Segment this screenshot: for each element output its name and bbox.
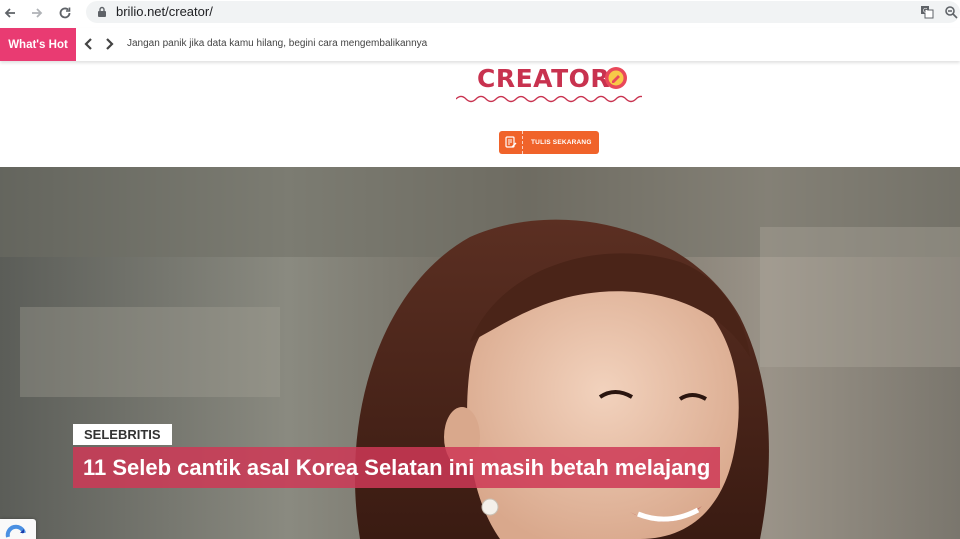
creator-badge-icon xyxy=(605,67,627,89)
chevron-right-icon[interactable] xyxy=(102,37,116,51)
page-title: CREATOR xyxy=(477,64,611,93)
recaptcha-badge[interactable] xyxy=(0,519,36,539)
creator-header: CREATOR TULIS SEKARANG xyxy=(0,61,960,167)
browser-toolbar: brilio.net/creator/ G xyxy=(0,0,960,26)
category-tag[interactable]: SELEBRITIS xyxy=(73,424,172,445)
whats-hot-label[interactable]: What's Hot xyxy=(0,28,76,61)
reload-icon[interactable] xyxy=(55,3,75,23)
whats-hot-bar: What's Hot Jangan panik jika data kamu h… xyxy=(0,28,960,61)
forward-arrow-icon[interactable] xyxy=(27,3,47,23)
hero-headline[interactable]: 11 Seleb cantik asal Korea Selatan ini m… xyxy=(73,447,721,488)
svg-text:G: G xyxy=(923,9,928,15)
back-arrow-icon[interactable] xyxy=(0,3,20,23)
translate-icon[interactable]: G xyxy=(920,5,934,19)
recaptcha-icon xyxy=(5,524,26,538)
address-bar[interactable]: brilio.net/creator/ G xyxy=(86,1,960,23)
whats-hot-headline[interactable]: Jangan panik jika data kamu hilang, begi… xyxy=(127,38,427,49)
pencil-paper-icon xyxy=(499,131,523,154)
decorative-wave xyxy=(456,95,642,103)
url-text[interactable]: brilio.net/creator/ xyxy=(116,4,213,19)
write-now-button[interactable]: TULIS SEKARANG xyxy=(499,131,599,154)
chevron-left-icon[interactable] xyxy=(82,37,96,51)
zoom-icon[interactable] xyxy=(944,5,958,19)
write-now-label: TULIS SEKARANG xyxy=(531,139,592,146)
hero-article[interactable]: SELEBRITIS 11 Seleb cantik asal Korea Se… xyxy=(0,167,960,539)
lock-icon xyxy=(98,6,106,17)
